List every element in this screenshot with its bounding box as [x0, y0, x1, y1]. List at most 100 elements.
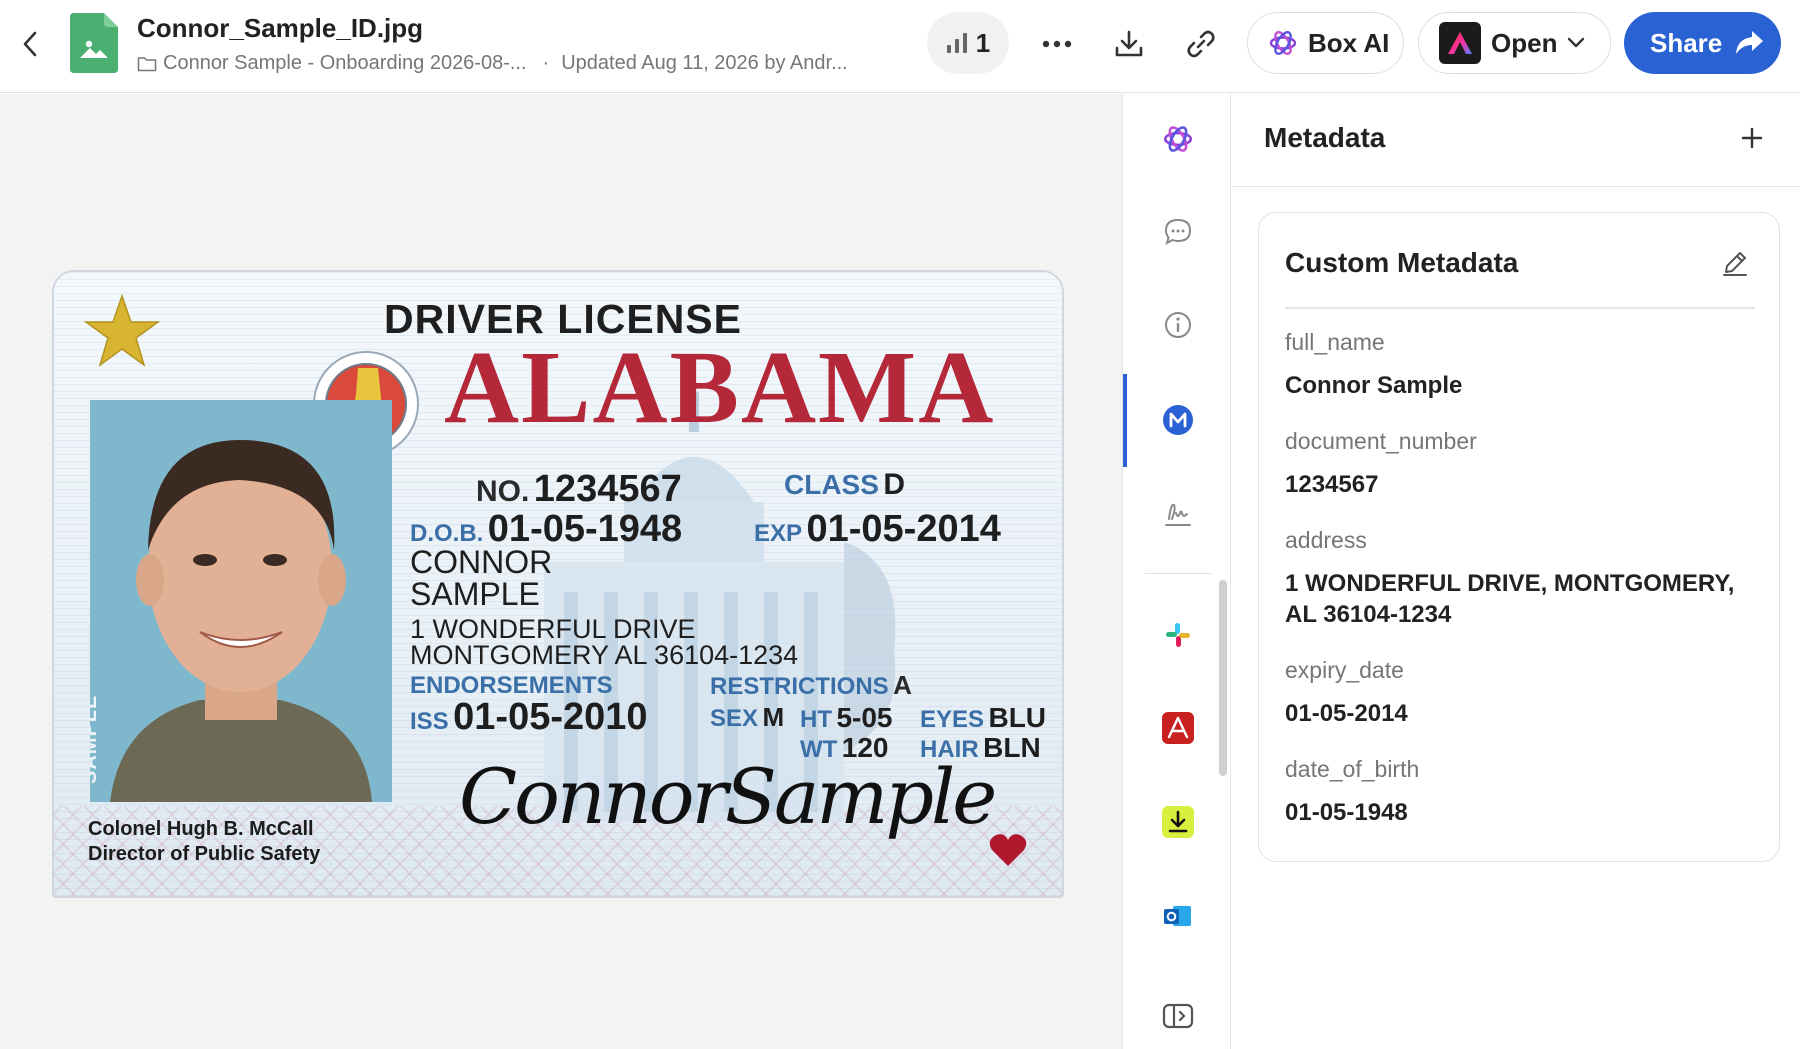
metadata-icon — [1163, 405, 1193, 435]
box-ai-icon — [1269, 31, 1297, 55]
photo-sample-tag: SAMPLE — [90, 694, 101, 784]
card-director-title: Director of Public Safety — [88, 843, 321, 865]
portrait-graphic — [110, 440, 372, 802]
metadata-field-full-name: full_name Connor Sample — [1285, 329, 1755, 401]
back-arrow-icon — [23, 31, 37, 57]
card-class-value: D — [883, 468, 906, 501]
info-icon — [1165, 312, 1191, 338]
card-restrictions-label: RESTRICTIONS — [710, 673, 889, 700]
image-file-icon — [70, 13, 118, 73]
sidebar-rail — [1122, 94, 1231, 1049]
card-class-label: CLASS — [784, 469, 879, 500]
views-button[interactable]: 1 — [927, 12, 1009, 74]
card-eyes-label: EYES — [920, 706, 985, 733]
card-iss-value: 01-05-2010 — [453, 696, 648, 738]
metadata-field-date-of-birth: date_of_birth 01-05-1948 — [1285, 756, 1755, 828]
folder-icon — [137, 56, 157, 71]
sign-icon — [1165, 503, 1191, 526]
metadata-value[interactable]: 1234567 — [1285, 469, 1755, 500]
card-restrictions-value: A — [893, 670, 912, 700]
metadata-field-address: address 1 WONDERFUL DRIVE, MONTGOMERY, A… — [1285, 527, 1755, 630]
id-photo: SAMPLE — [90, 400, 392, 802]
back-button[interactable] — [14, 24, 46, 64]
top-bar: Connor_Sample_ID.jpg Connor Sample - Onb… — [0, 0, 1800, 93]
file-name: Connor_Sample_ID.jpg — [137, 13, 424, 43]
card-director: Colonel Hugh B. McCall Director of Publi… — [88, 817, 320, 867]
file-preview-area: DRIVER LICENSE ALABAMA SAMPLE NO. 123456… — [0, 94, 1122, 1049]
download-button[interactable] — [1107, 22, 1151, 66]
box-ai-label: Box AI — [1308, 27, 1390, 58]
open-label: Open — [1491, 27, 1558, 58]
card-eyes-value: BLU — [988, 702, 1047, 733]
custom-metadata-title: Custom Metadata — [1285, 247, 1519, 278]
box-ai-button[interactable]: Box AI — [1247, 12, 1404, 74]
pencil-icon — [1723, 252, 1747, 276]
rail-outlook-button[interactable] — [1150, 888, 1206, 944]
copy-link-button[interactable] — [1179, 22, 1223, 66]
card-ht-label: HT — [800, 706, 832, 733]
metadata-field-expiry-date: expiry_date 01-05-2014 — [1285, 657, 1755, 729]
acrobat-icon — [1439, 22, 1481, 64]
card-exp-label: EXP — [754, 520, 803, 547]
rail-metadata-button[interactable] — [1150, 392, 1206, 448]
rail-details-button[interactable] — [1150, 297, 1206, 353]
edit-metadata-button[interactable] — [1715, 243, 1755, 283]
link-icon — [1187, 30, 1215, 58]
rail-collapse-button[interactable] — [1150, 988, 1206, 1044]
metadata-key: document_number — [1285, 428, 1477, 454]
heart-icon — [989, 834, 1027, 866]
rail-slack-button[interactable] — [1150, 607, 1206, 663]
share-arrow-icon — [1736, 31, 1764, 54]
rail-download-app-button[interactable] — [1150, 794, 1206, 850]
more-options-button[interactable] — [1035, 22, 1079, 66]
metadata-key: expiry_date — [1285, 657, 1404, 683]
card-exp-value: 01-05-2014 — [806, 508, 1001, 550]
add-metadata-button[interactable] — [1730, 116, 1774, 160]
metadata-value[interactable]: 01-05-1948 — [1285, 797, 1755, 828]
metadata-value[interactable]: 01-05-2014 — [1285, 698, 1755, 729]
metadata-key: address — [1285, 527, 1367, 553]
sidebar-scrollbar[interactable] — [1219, 580, 1227, 776]
metadata-panel: Metadata Custom Metadata full_name Conno… — [1232, 94, 1800, 1049]
rail-active-indicator — [1123, 374, 1127, 467]
download-app-icon — [1162, 806, 1194, 838]
outlook-icon — [1164, 906, 1191, 926]
card-no-value: 1234567 — [533, 468, 682, 510]
rail-comments-button[interactable] — [1150, 204, 1206, 260]
card-sex-label: SEX — [710, 705, 759, 732]
share-button[interactable]: Share — [1624, 12, 1781, 74]
chevron-down-icon — [1568, 37, 1585, 48]
metadata-value[interactable]: Connor Sample — [1285, 370, 1755, 401]
custom-metadata-card: Custom Metadata full_name Connor Sample … — [1258, 212, 1780, 862]
views-count: 1 — [975, 27, 991, 58]
card-state-name: ALABAMA — [444, 330, 996, 445]
card-last-name: SAMPLE — [410, 576, 540, 612]
folder-path-link[interactable]: Connor Sample - Onboarding 2026-08-... — [163, 52, 527, 75]
comment-icon — [1164, 218, 1192, 246]
rail-box-ai-button[interactable] — [1150, 111, 1206, 167]
card-iss-label: ISS — [410, 708, 449, 735]
download-icon — [1115, 30, 1143, 57]
collapse-panel-icon — [1162, 1003, 1194, 1029]
metadata-key: date_of_birth — [1285, 756, 1420, 782]
bar-chart-icon — [946, 33, 967, 53]
star-icon — [84, 294, 160, 367]
card-no-label: NO. — [476, 475, 530, 508]
file-breadcrumb: Connor Sample - Onboarding 2026-08-... ·… — [137, 52, 848, 75]
box-ai-icon — [1163, 126, 1193, 152]
open-with-button[interactable]: Open — [1418, 12, 1611, 74]
metadata-panel-title: Metadata — [1264, 122, 1386, 153]
metadata-panel-header: Metadata — [1232, 94, 1800, 187]
card-dob-label: D.O.B. — [410, 520, 484, 547]
slack-icon — [1166, 623, 1190, 647]
acrobat-icon — [1162, 712, 1194, 744]
metadata-value[interactable]: 1 WONDERFUL DRIVE, MONTGOMERY, AL 36104-… — [1285, 568, 1755, 630]
card-address-line2: MONTGOMERY AL 36104-1234 — [410, 640, 799, 670]
updated-info: Updated Aug 11, 2026 by Andr... — [561, 52, 848, 74]
card-sex-value: M — [762, 702, 785, 732]
rail-acrobat-button[interactable] — [1150, 700, 1206, 756]
metadata-key: full_name — [1285, 329, 1385, 355]
metadata-field-document-number: document_number 1234567 — [1285, 428, 1755, 500]
plus-icon — [1741, 127, 1763, 149]
rail-sign-button[interactable] — [1150, 486, 1206, 542]
